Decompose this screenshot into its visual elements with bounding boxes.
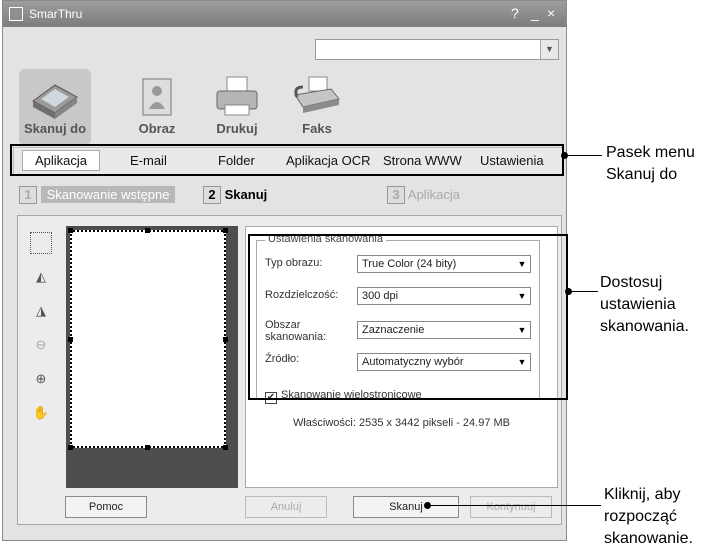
source-select[interactable]: Automatyczny wybór ▼ (357, 353, 531, 371)
callout-menu: Pasek menu Skanuj do (606, 142, 695, 186)
nav-label: Drukuj (216, 121, 258, 136)
chevron-down-icon[interactable]: ▼ (516, 323, 528, 337)
nav-scan-to[interactable]: Skanuj do (19, 69, 91, 145)
scan-settings-group: Ustawienia skanowania Typ obrazu: True C… (256, 233, 540, 404)
callout-scan-line3: skanowanie. (604, 530, 693, 547)
nav-label: Skanuj do (23, 121, 87, 136)
settings-legend: Ustawienia skanowania (265, 233, 386, 245)
nav-image[interactable]: Obraz (121, 69, 193, 145)
menu-item-application[interactable]: Aplikacja (22, 150, 101, 171)
scan-to-menu-bar: Aplikacja E-mail Folder Aplikacja OCR St… (13, 147, 564, 175)
nav-label: Faks (302, 121, 332, 136)
title-bar: SmarThru ? _ × (3, 1, 566, 27)
chevron-down-icon[interactable]: ▼ (540, 40, 558, 59)
menu-item-www[interactable]: Strona WWW (383, 153, 462, 168)
properties-text: Właściwości: 2535 x 3442 pikseli - 24.97… (292, 417, 511, 429)
chevron-down-icon[interactable]: ▼ (516, 355, 528, 369)
cancel-button[interactable]: Anuluj (245, 496, 327, 518)
preview-area[interactable] (66, 226, 238, 488)
callout-menu-line1: Pasek menu (606, 144, 695, 161)
step-number: 3 (387, 186, 405, 204)
scanner-icon (29, 75, 81, 119)
resolution-select[interactable]: 300 dpi ▼ (357, 287, 531, 305)
settings-area: Ustawienia skanowania Typ obrazu: True C… (245, 226, 558, 488)
scan-area-label-line1: Obszar (265, 319, 301, 331)
scan-panel: ◭ ◮ ⊖ ⊕ ✋ Ustawienia skanowania Typ obra… (17, 215, 562, 525)
chevron-down-icon[interactable]: ▼ (516, 289, 528, 303)
scan-button[interactable]: Skanuj (353, 496, 459, 518)
resize-handle[interactable] (145, 445, 150, 450)
smarthru-window: SmarThru ? _ × ▼ Skanuj do Obraz Drukuj … (2, 0, 567, 541)
callout-scan-line2: rozpocząć (604, 508, 677, 525)
nav-bar: Skanuj do Obraz Drukuj Faks (3, 65, 566, 145)
callout-line (570, 291, 598, 292)
resize-handle[interactable] (223, 228, 228, 233)
step-number: 1 (19, 186, 37, 204)
hand-icon[interactable]: ✋ (30, 402, 52, 424)
zoom-out-icon[interactable]: ⊖ (30, 334, 52, 356)
resize-handle[interactable] (68, 228, 73, 233)
callout-scan: Kliknij, aby rozpocząć skanowanie. (604, 484, 693, 550)
callout-settings-line3: skanowania. (600, 318, 689, 335)
image-type-select[interactable]: True Color (24 bity) ▼ (357, 255, 531, 273)
scan-area-label-line2: skanowania: (265, 331, 327, 343)
flip-horizontal-icon[interactable]: ◭ (30, 266, 52, 288)
callout-settings: Dostosuj ustawienia skanowania. (600, 272, 689, 338)
resize-handle[interactable] (223, 337, 228, 342)
step-prescan[interactable]: 1 Skanowanie wstępne (19, 186, 176, 206)
preview-page[interactable] (68, 228, 228, 450)
resize-handle[interactable] (68, 337, 73, 342)
help-icon[interactable]: ? (511, 5, 519, 21)
menu-item-folder[interactable]: Folder (218, 153, 255, 168)
nav-fax[interactable]: Faks (281, 69, 353, 145)
step-label: Skanowanie wstępne (40, 186, 176, 203)
callout-scan-line1: Kliknij, aby (604, 486, 681, 503)
callout-line (566, 155, 602, 156)
callout-settings-line2: ustawienia (600, 296, 676, 313)
select-area-icon[interactable] (30, 232, 52, 254)
step-number: 2 (203, 186, 221, 204)
close-button[interactable]: × (547, 5, 555, 21)
help-button[interactable]: Pomoc (65, 496, 147, 518)
menu-item-settings[interactable]: Ustawienia (480, 153, 544, 168)
resize-handle[interactable] (145, 228, 150, 233)
resize-handle[interactable] (68, 445, 73, 450)
resolution-value: 300 dpi (362, 290, 399, 302)
source-label: Źródło: (265, 353, 300, 365)
step-application[interactable]: 3 Aplikacja (387, 186, 460, 206)
chevron-down-icon[interactable]: ▼ (516, 257, 528, 271)
tool-strip: ◭ ◮ ⊖ ⊕ ✋ (26, 226, 56, 426)
window-title: SmarThru (29, 7, 83, 21)
scan-area-value: Zaznaczenie (362, 324, 425, 336)
image-icon (131, 75, 183, 119)
zoom-in-icon[interactable]: ⊕ (30, 368, 52, 390)
rotate-icon[interactable]: ◮ (30, 300, 52, 322)
minimize-button[interactable]: _ (531, 5, 539, 21)
continue-button[interactable]: Kontynuuj (470, 496, 552, 518)
menu-item-ocr[interactable]: Aplikacja OCR (286, 153, 371, 168)
step-label: Aplikacja (407, 187, 460, 202)
multipage-checkbox-row[interactable]: ✔ Skanowanie wielostronicowe (265, 389, 422, 404)
resolution-label: Rozdzielczość: (265, 289, 339, 301)
app-icon (9, 7, 23, 21)
resize-handle[interactable] (223, 445, 228, 450)
image-type-value: True Color (24 bity) (362, 258, 457, 270)
nav-label: Obraz (138, 121, 176, 136)
step-scan[interactable]: 2 Skanuj (203, 186, 267, 206)
fax-icon (291, 75, 343, 119)
callout-line (429, 505, 601, 506)
printer-icon (211, 75, 263, 119)
callout-settings-line1: Dostosuj (600, 274, 663, 291)
callout-menu-line2: Skanuj do (606, 166, 678, 183)
image-type-label: Typ obrazu: (265, 257, 323, 269)
step-label: Skanuj (224, 187, 268, 202)
menu-item-email[interactable]: E-mail (130, 153, 167, 168)
nav-print[interactable]: Drukuj (201, 69, 273, 145)
top-combo[interactable]: ▼ (315, 39, 559, 60)
multipage-label: Skanowanie wielostronicowe (281, 389, 422, 401)
scan-area-select[interactable]: Zaznaczenie ▼ (357, 321, 531, 339)
source-value: Automatyczny wybór (362, 356, 464, 368)
multipage-checkbox[interactable]: ✔ (265, 392, 277, 404)
